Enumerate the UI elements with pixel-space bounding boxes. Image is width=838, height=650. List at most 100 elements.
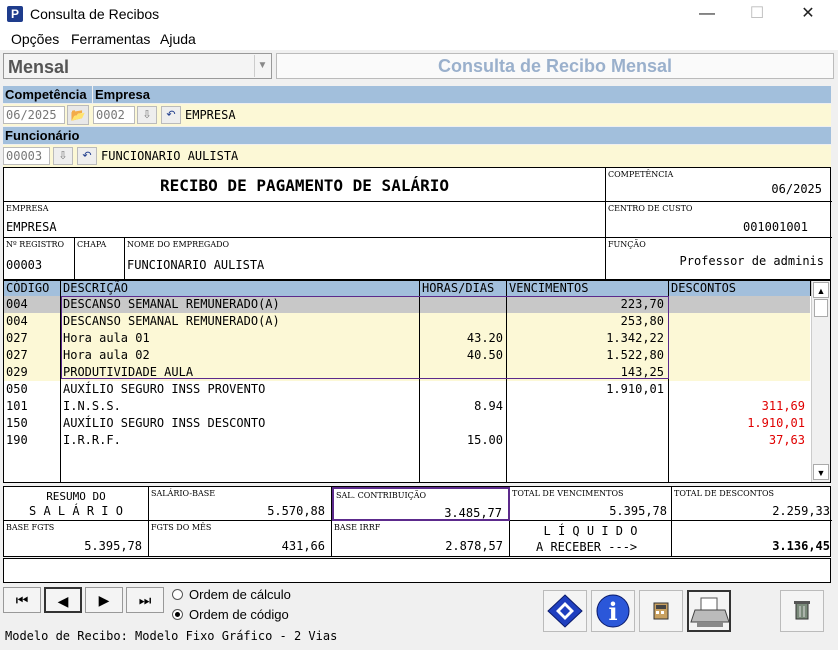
last-record-button[interactable]: ⏭	[126, 587, 164, 613]
network-button[interactable]	[543, 590, 587, 632]
table-row[interactable]: 004 DESCANSO SEMANAL REMUNERADO(A) 253,80	[4, 313, 810, 330]
funcionario-code-field[interactable]: 00003	[3, 147, 50, 165]
resumo-cell: RESUMO DO S A L Á R I O	[4, 487, 149, 521]
cell-vencimentos	[509, 415, 664, 432]
scroll-down-icon[interactable]: ▼	[813, 464, 829, 480]
receipt-nome-label: NOME DO EMPREGADO	[127, 240, 230, 249]
cell-descontos	[671, 313, 805, 330]
empresa-name: EMPRESA	[185, 108, 236, 122]
liquido-line1: L Í Q U I D O	[543, 524, 638, 538]
table-row[interactable]: 150 AUXÍLIO SEGURO INSS DESCONTO 1.910,01	[4, 415, 810, 432]
cell-horas: 43.20	[466, 331, 503, 345]
cell-vencimentos: 223,70	[620, 297, 664, 311]
empresa-code-field[interactable]: 0002	[93, 106, 135, 124]
scroll-up-icon[interactable]: ▲	[813, 282, 829, 298]
printer-icon	[690, 597, 730, 627]
title-bar: P Consulta de Recibos — ☐ ✕	[0, 0, 838, 28]
cell-horas: 8.94	[474, 399, 503, 413]
menu-bar: Opções Ferramentas Ajuda	[0, 28, 838, 50]
trash-icon	[794, 601, 810, 620]
cell-descontos	[671, 330, 805, 347]
total-venc-value: 5.395,78	[609, 504, 667, 518]
receipt-funcao-cell: FUNÇÃO Professor de adminis	[606, 238, 832, 280]
receipt-funcao-label: FUNÇÃO	[608, 240, 646, 249]
receipt-centro-label: CENTRO DE CUSTO	[608, 204, 693, 213]
receipt-empresa-label: EMPRESA	[6, 204, 49, 213]
close-button[interactable]: ✕	[785, 0, 831, 28]
app-icon: P	[7, 6, 23, 22]
table-row[interactable]: 190 I.R.R.F. 15.00 37,63	[4, 432, 810, 449]
cell-horas	[422, 364, 503, 381]
order-code-radio[interactable]: Ordem de código	[172, 607, 289, 622]
col-header-vencimentos[interactable]: VENCIMENTOS	[507, 281, 669, 296]
col-header-descricao[interactable]: DESCRIÇÃO	[61, 281, 420, 296]
empresa-download-icon[interactable]: ⇩	[137, 106, 157, 124]
trash-button[interactable]	[780, 590, 824, 632]
folder-open-icon[interactable]: 📂	[67, 105, 89, 125]
calculator-button[interactable]	[639, 590, 683, 632]
receipt-nome-cell: NOME DO EMPREGADO FUNCIONARIO AULISTA	[125, 238, 606, 280]
receipt-registro-cell: Nº REGISTRO 00003	[4, 238, 75, 280]
table-row[interactable]: 027 Hora aula 01 43.20 1.342,22	[4, 330, 810, 347]
base-fgts-value: 5.395,78	[84, 539, 142, 553]
first-record-button[interactable]: ⏮	[3, 587, 41, 613]
mode-select[interactable]: Mensal ▼	[3, 53, 272, 79]
info-button[interactable]: i	[591, 590, 635, 632]
table-row[interactable]: 050 AUXÍLIO SEGURO INSS PROVENTO 1.910,01	[4, 381, 810, 398]
receipt-centro-cell: CENTRO DE CUSTO 001001001	[606, 202, 832, 238]
cell-vencimentos: 143,25	[620, 365, 664, 379]
maximize-button[interactable]: ☐	[734, 0, 780, 28]
next-record-button[interactable]: ▶	[85, 587, 123, 613]
grid-scrollbar[interactable]: ▲ ▼	[811, 281, 830, 482]
empresa-undo-icon[interactable]: ↶	[161, 106, 181, 124]
cell-codigo: 027	[6, 348, 28, 362]
col-header-codigo[interactable]: CÓDIGO	[4, 281, 61, 296]
chevron-down-icon[interactable]: ▼	[254, 55, 270, 77]
table-row[interactable]: 004 DESCANSO SEMANAL REMUNERADO(A) 223,70	[4, 296, 810, 313]
fgts-mes-cell: FGTS DO MÊS 431,66	[149, 521, 332, 557]
empresa-label: Empresa	[93, 86, 831, 103]
menu-opcoes[interactable]: Opções	[11, 31, 59, 47]
competencia-field[interactable]: 06/2025	[3, 106, 65, 124]
receipt-empresa-value: EMPRESA	[6, 220, 57, 234]
base-irrf-cell: BASE IRRF 2.878,57	[332, 521, 510, 557]
receipt-title-cell: RECIBO DE PAGAMENTO DE SALÁRIO	[4, 168, 606, 202]
cell-vencimentos: 1.910,01	[606, 382, 664, 396]
cell-descricao: PRODUTIVIDADE AULA	[63, 365, 194, 379]
receipt-header: RECIBO DE PAGAMENTO DE SALÁRIO COMPETÊNC…	[3, 167, 832, 280]
salario-base-label: SALÁRIO-BASE	[151, 489, 216, 498]
mode-value: Mensal	[8, 57, 70, 77]
funcionario-download-icon[interactable]: ⇩	[53, 147, 73, 165]
funcionario-undo-icon[interactable]: ↶	[77, 147, 97, 165]
table-row[interactable]: 029 PRODUTIVIDADE AULA 143,25	[4, 364, 810, 381]
cell-descontos	[671, 364, 805, 381]
menu-ajuda[interactable]: Ajuda	[160, 31, 196, 47]
scroll-thumb[interactable]	[814, 299, 828, 317]
status-bar: Modelo de Recibo: Modelo Fixo Gráfico - …	[5, 629, 338, 643]
table-row[interactable]: 101 I.N.S.S. 8.94 311,69	[4, 398, 810, 415]
print-button[interactable]	[687, 590, 731, 632]
cell-vencimentos	[509, 432, 664, 449]
cell-vencimentos: 1.342,22	[606, 331, 664, 345]
funcionario-name: FUNCIONARIO AULISTA	[101, 149, 239, 163]
receipt-competencia-value: 06/2025	[771, 182, 822, 196]
col-header-horas[interactable]: HORAS/DIAS	[420, 281, 507, 296]
cell-descontos: 311,69	[761, 399, 805, 413]
liquido-value-cell: 3.136,45	[672, 521, 832, 557]
receipt-title: RECIBO DE PAGAMENTO DE SALÁRIO	[160, 176, 449, 195]
cell-codigo: 150	[6, 416, 28, 430]
sal-contrib-cell[interactable]: SAL. CONTRIBUIÇÃO 3.485,77	[332, 487, 510, 521]
summary-block: RESUMO DO S A L Á R I O SALÁRIO-BASE 5.5…	[3, 486, 832, 557]
prev-record-button[interactable]: ◀	[44, 587, 82, 613]
minimize-button[interactable]: —	[684, 0, 730, 28]
cell-descricao: DESCANSO SEMANAL REMUNERADO(A)	[63, 314, 280, 328]
order-calc-radio[interactable]: Ordem de cálculo	[172, 587, 291, 602]
cell-horas: 15.00	[466, 433, 503, 447]
svg-text:i: i	[608, 597, 617, 626]
cell-horas: 40.50	[466, 348, 503, 362]
menu-ferramentas[interactable]: Ferramentas	[71, 31, 150, 47]
cell-descricao: AUXÍLIO SEGURO INSS DESCONTO	[63, 416, 266, 430]
col-header-descontos[interactable]: DESCONTOS	[669, 281, 811, 296]
table-row[interactable]: 027 Hora aula 02 40.50 1.522,80	[4, 347, 810, 364]
cell-descricao: I.N.S.S.	[63, 399, 121, 413]
